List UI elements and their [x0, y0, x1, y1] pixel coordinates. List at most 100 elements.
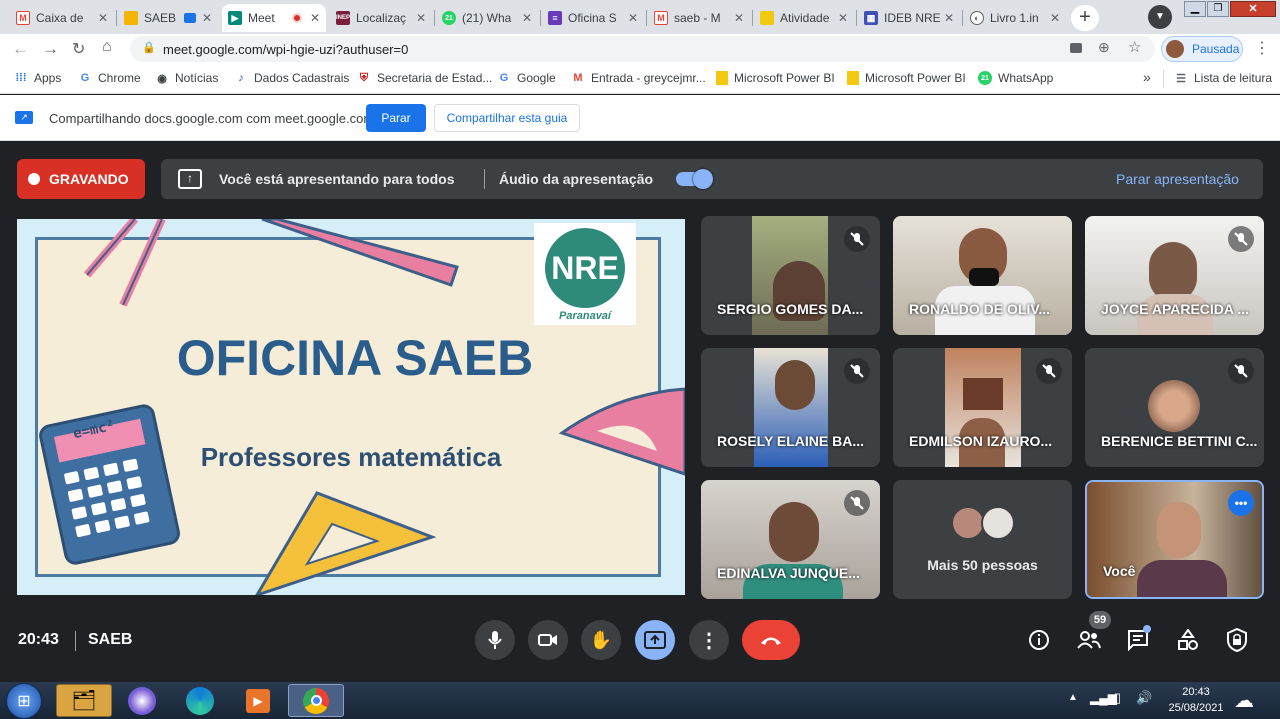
taskbar-edge[interactable] [172, 684, 228, 717]
participant-tile[interactable]: BERENICE BETTINI C... [1085, 348, 1264, 467]
bookmark-whatsapp[interactable]: 21 WhatsApp [978, 71, 1053, 85]
tab-meet[interactable]: ▶ Meet ✕ [222, 4, 326, 32]
battery-icon[interactable]: ▯ [1114, 690, 1121, 706]
participant-tile[interactable]: SERGIO GOMES DA... [701, 216, 880, 335]
recording-indicator[interactable]: GRAVANDO [17, 159, 145, 199]
close-icon[interactable]: ✕ [944, 11, 954, 25]
home-icon[interactable]: ⌂ [102, 38, 112, 56]
tab-ideb[interactable]: ▦ IDEB NRE ✕ [858, 4, 960, 32]
mic-off-icon [844, 226, 870, 252]
forward-icon[interactable]: → [42, 39, 59, 59]
minimize-button[interactable]: ▁ [1184, 1, 1206, 17]
avatar [1166, 40, 1184, 58]
taskbar-media[interactable]: ▶ [230, 684, 286, 717]
show-hidden-icons[interactable]: ▲ [1068, 692, 1078, 703]
menu-icon[interactable]: ⋮ [1254, 38, 1270, 58]
bookmarks-overflow-button[interactable]: » [1143, 69, 1151, 85]
meeting-name: SAEB [88, 631, 133, 648]
start-button[interactable]: ⊞ [6, 683, 42, 719]
share-this-tab-button[interactable]: Compartilhar esta guia [434, 104, 580, 132]
bookmark-star-icon[interactable]: ☆ [1128, 38, 1141, 56]
mic-off-icon [844, 358, 870, 384]
taskbar-clock-date[interactable]: 25/08/2021 [1161, 702, 1231, 714]
participant-tile[interactable]: JOYCE APARECIDA ... [1085, 216, 1264, 335]
activities-button[interactable] [1175, 627, 1201, 653]
close-icon[interactable]: ✕ [522, 11, 532, 25]
tab-saeb-mail[interactable]: Msaeb - M ✕ [648, 4, 750, 32]
bookmark-chrome[interactable]: G Chrome [78, 71, 141, 85]
participant-name: Você [1103, 563, 1136, 579]
bookmark-google[interactable]: G Google [497, 71, 556, 85]
record-dot-icon [28, 173, 40, 185]
tab-saeb[interactable]: SAEB ✕ [118, 4, 218, 32]
close-icon[interactable]: ✕ [98, 11, 108, 25]
network-icon[interactable]: ▂▄▆ [1090, 691, 1117, 705]
reload-icon[interactable]: ↻ [72, 39, 85, 59]
taskbar-chrome[interactable] [288, 684, 344, 717]
zoom-icon[interactable]: ⊕ [1098, 39, 1110, 56]
end-call-button[interactable] [742, 620, 800, 660]
participant-tile[interactable]: ROSELY ELAINE BA... [701, 348, 880, 467]
tab-livro[interactable]: ◐ Livro 1.in ✕ [964, 4, 1066, 32]
bookmark-apps[interactable]: ⁞⁞⁞ Apps [14, 71, 62, 85]
powerbi-icon [847, 71, 859, 85]
close-icon[interactable]: ✕ [838, 11, 848, 25]
raise-hand-button[interactable]: ✋ [581, 620, 621, 660]
tab-oficina[interactable]: ≡ Oficina S ✕ [542, 4, 644, 32]
taskbar-explorer[interactable]: 🗂 [56, 684, 112, 717]
close-icon[interactable]: ✕ [628, 11, 638, 25]
bookmark-powerbi-1[interactable]: Microsoft Power BI [716, 71, 835, 85]
stop-presenting-button[interactable]: Parar apresentação [1116, 171, 1239, 187]
reading-list-button[interactable]: ☰ Lista de leitura [1174, 71, 1272, 85]
camera-button[interactable] [528, 620, 568, 660]
edge-icon [186, 686, 214, 715]
mic-off-icon [1228, 358, 1254, 384]
participant-tile[interactable]: EDMILSON IZAURO... [893, 348, 1072, 467]
tab-atividade[interactable]: Atividade ✕ [754, 4, 854, 32]
hand-icon: ✋ [589, 629, 613, 650]
participant-tile[interactable]: RONALDO DE OLIV... [893, 216, 1072, 335]
more-options-button[interactable]: ⋮ [689, 620, 729, 660]
new-tab-button[interactable]: + [1071, 5, 1099, 31]
close-window-button[interactable]: ✕ [1230, 1, 1276, 17]
chat-button[interactable] [1125, 625, 1151, 653]
microphone-button[interactable] [475, 620, 515, 660]
close-icon[interactable]: ✕ [1050, 11, 1060, 25]
bookmark-dados[interactable]: ♪ Dados Cadastrais [234, 71, 349, 85]
stop-sharing-button[interactable]: Parar [366, 104, 426, 132]
people-button[interactable] [1076, 627, 1102, 653]
close-icon[interactable]: ✕ [310, 11, 320, 25]
back-icon[interactable]: ← [12, 39, 29, 59]
taskbar-app[interactable] [114, 684, 170, 717]
close-icon[interactable]: ✕ [734, 11, 744, 25]
meeting-details-button[interactable] [1026, 627, 1052, 653]
crest-icon: ⛨ [359, 71, 369, 84]
close-icon[interactable]: ✕ [202, 11, 212, 25]
bookmark-entrada[interactable]: M Entrada - greycejmr... [571, 71, 705, 85]
host-controls-button[interactable] [1224, 627, 1250, 653]
participant-tile[interactable]: EDINALVA JUNQUE... [701, 480, 880, 599]
volume-icon[interactable]: 🔊 [1136, 690, 1152, 706]
weather-icon[interactable]: ☁ [1234, 688, 1254, 713]
url-text: meet.google.com/wpi-hgie-uzi?authuser=0 [163, 42, 409, 57]
tab-whatsapp[interactable]: 21 (21) Wha ✕ [436, 4, 538, 32]
restore-button[interactable]: ❐ [1207, 1, 1229, 17]
bookmark-secretaria[interactable]: ⛨ Secretaria de Estad... [357, 71, 493, 85]
profile-button[interactable]: Pausada [1161, 36, 1243, 62]
audio-toggle[interactable] [676, 169, 713, 189]
self-view-tile[interactable]: ••• Você [1085, 480, 1264, 599]
present-now-button[interactable] [635, 620, 675, 660]
tab-search-icon[interactable]: ▼ [1148, 5, 1172, 29]
taskbar-clock-time[interactable]: 20:43 [1166, 686, 1226, 698]
address-bar[interactable]: 🔒 meet.google.com/wpi-hgie-uzi?authuser=… [130, 36, 1155, 62]
close-icon[interactable]: ✕ [416, 11, 426, 25]
bookmark-noticias[interactable]: ◉ Notícias [155, 71, 218, 85]
apps-icon: ⁞⁞⁞ [15, 72, 27, 84]
presenting-label: Você está apresentando para todos [219, 171, 455, 187]
camera-icon[interactable] [1070, 43, 1082, 53]
tab-localizacao[interactable]: INEP Localizaç ✕ [330, 4, 432, 32]
bookmark-powerbi-2[interactable]: Microsoft Power BI [847, 71, 966, 85]
more-people-tile[interactable]: Mais 50 pessoas [893, 480, 1072, 599]
present-screen-icon: ↑ [178, 169, 202, 189]
tab-gmail[interactable]: M Caixa de ✕ [10, 4, 114, 32]
